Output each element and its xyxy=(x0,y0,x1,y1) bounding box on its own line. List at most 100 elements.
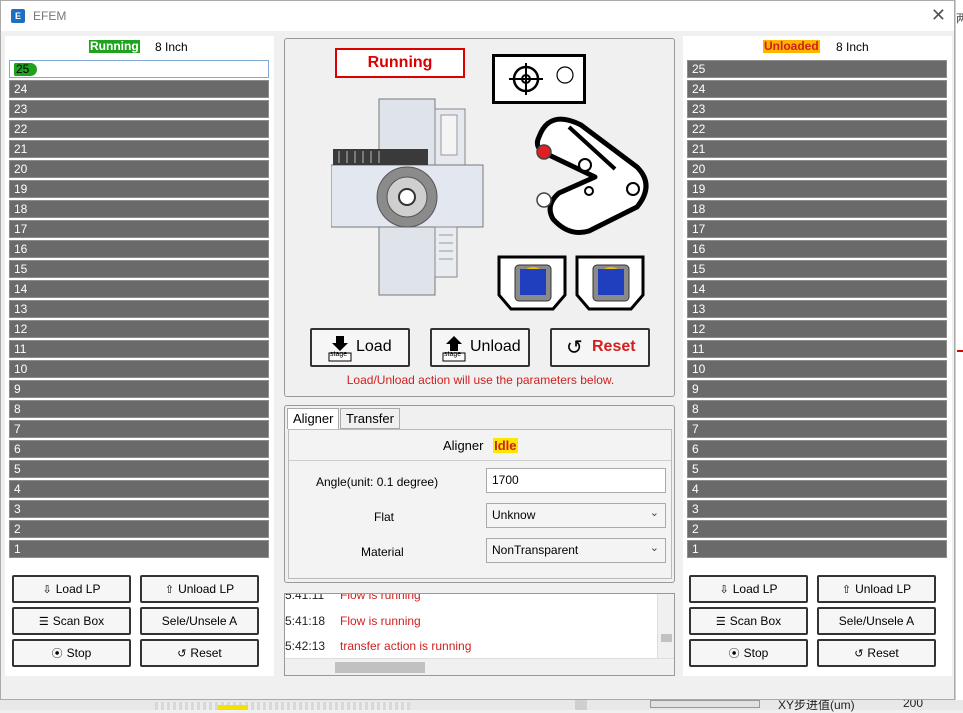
scan-box-icon: ☰ xyxy=(715,616,726,628)
left-slot-5[interactable]: 5 xyxy=(9,460,269,478)
log-horizontal-scrollbar[interactable] xyxy=(285,658,674,675)
right-slot-9[interactable]: 9 xyxy=(687,380,947,398)
tab-transfer[interactable]: Transfer xyxy=(340,408,400,429)
right-load-lp-button[interactable]: ⇩ Load LP xyxy=(689,575,808,603)
right-stop-button[interactable]: ⦿ Stop xyxy=(689,639,808,667)
left-load-port-panel: Running 8 Inch 25 24 23 22 21 20 19 18 17 16 15 14 1… xyxy=(5,36,274,676)
flat-select[interactable]: Unknow ⌄ xyxy=(486,503,666,528)
left-reset-button[interactable]: ↺ Reset xyxy=(140,639,259,667)
background-yellow-mark xyxy=(218,705,248,710)
right-slot-number: 5 xyxy=(692,462,699,476)
left-select-all-button[interactable]: Sele/Unsele A xyxy=(140,607,259,635)
left-slot-number: 1 xyxy=(14,542,21,556)
right-slot-14[interactable]: 14 xyxy=(687,280,947,298)
left-slot-21[interactable]: 21 xyxy=(9,140,269,158)
left-slot-24[interactable]: 24 xyxy=(9,80,269,98)
left-slot-13[interactable]: 13 xyxy=(9,300,269,318)
left-slot-1[interactable]: 1 xyxy=(9,540,269,558)
right-slot-21[interactable]: 21 xyxy=(687,140,947,158)
left-scan-box-button[interactable]: ☰ Scan Box xyxy=(12,607,131,635)
left-slot-9[interactable]: 9 xyxy=(9,380,269,398)
left-stop-button[interactable]: ⦿ Stop xyxy=(12,639,131,667)
right-slot-8[interactable]: 8 xyxy=(687,400,947,418)
left-slot-12[interactable]: 12 xyxy=(9,320,269,338)
right-slot-16[interactable]: 16 xyxy=(687,240,947,258)
right-slot-20[interactable]: 20 xyxy=(687,160,947,178)
left-slot-8[interactable]: 8 xyxy=(9,400,269,418)
right-slot-number: 4 xyxy=(692,482,699,496)
left-slot-6[interactable]: 6 xyxy=(9,440,269,458)
background-app-bottom: XY步进值(um) 200 xyxy=(0,696,963,712)
action-parameter-note: Load/Unload action will use the paramete… xyxy=(346,373,615,387)
stage-unload-button[interactable]: stage Unload xyxy=(430,328,530,367)
close-button[interactable]: ✕ xyxy=(931,5,946,26)
log-vertical-scrollbar[interactable] xyxy=(657,594,674,660)
left-slot-22[interactable]: 22 xyxy=(9,120,269,138)
right-slot-2[interactable]: 2 xyxy=(687,520,947,538)
horizontal-scroll-thumb[interactable] xyxy=(335,662,425,673)
right-slot-17[interactable]: 17 xyxy=(687,220,947,238)
left-slot-14[interactable]: 14 xyxy=(9,280,269,298)
left-load-lp-label: Load LP xyxy=(55,582,101,596)
left-load-lp-button[interactable]: ⇩ Load LP xyxy=(12,575,131,603)
vertical-scroll-thumb[interactable] xyxy=(661,634,672,642)
left-slot-16[interactable]: 16 xyxy=(9,240,269,258)
event-log[interactable]: 5:41:11 Flow is running 5:41:18 Flow is ru… xyxy=(284,593,675,676)
right-unload-lp-label: Unload LP xyxy=(855,582,912,596)
left-slot-18[interactable]: 18 xyxy=(9,200,269,218)
right-slot-23[interactable]: 23 xyxy=(687,100,947,118)
stage-reset-button[interactable]: ↺ Reset xyxy=(550,328,650,367)
right-slot-3[interactable]: 3 xyxy=(687,500,947,518)
right-slot-10[interactable]: 10 xyxy=(687,360,947,378)
right-slot-4[interactable]: 4 xyxy=(687,480,947,498)
stage-unload-label: Unload xyxy=(470,338,521,355)
right-slot-11[interactable]: 11 xyxy=(687,340,947,358)
right-slot-number: 22 xyxy=(692,122,706,136)
unload-lp-icon: ⇧ xyxy=(841,584,852,596)
left-slot-11[interactable]: 11 xyxy=(9,340,269,358)
right-port-size: 8 Inch xyxy=(836,40,869,54)
left-slot-19[interactable]: 19 xyxy=(9,180,269,198)
left-slot-17[interactable]: 17 xyxy=(9,220,269,238)
right-slot-15[interactable]: 15 xyxy=(687,260,947,278)
left-slot-23[interactable]: 23 xyxy=(9,100,269,118)
right-slot-number: 24 xyxy=(692,82,706,96)
right-slot-6[interactable]: 6 xyxy=(687,440,947,458)
wafer-card-icon xyxy=(575,255,645,311)
right-slot-18[interactable]: 18 xyxy=(687,200,947,218)
right-slot-5[interactable]: 5 xyxy=(687,460,947,478)
log-entry: 5:41:11 Flow is running xyxy=(285,594,421,602)
right-slot-number: 20 xyxy=(692,162,706,176)
left-slot-3[interactable]: 3 xyxy=(9,500,269,518)
left-slot-25[interactable]: 25 xyxy=(9,60,269,78)
right-scan-box-button[interactable]: ☰ Scan Box xyxy=(689,607,808,635)
left-slot-2[interactable]: 2 xyxy=(9,520,269,538)
right-select-all-button[interactable]: Sele/Unsele A xyxy=(817,607,936,635)
stage-load-button[interactable]: stage Load xyxy=(310,328,410,367)
right-unload-lp-button[interactable]: ⇧ Unload LP xyxy=(817,575,936,603)
left-unload-lp-button[interactable]: ⇧ Unload LP xyxy=(140,575,259,603)
reset-icon: ↺ xyxy=(177,648,187,660)
left-slot-10[interactable]: 10 xyxy=(9,360,269,378)
right-slot-number: 2 xyxy=(692,522,699,536)
aligner-tab-panel: Aligner Idle Angle(unit: 0.1 degree) 170… xyxy=(288,429,672,579)
angle-input[interactable]: 1700 xyxy=(486,468,666,493)
left-slot-7[interactable]: 7 xyxy=(9,420,269,438)
left-slot-15[interactable]: 15 xyxy=(9,260,269,278)
right-slot-7[interactable]: 7 xyxy=(687,420,947,438)
right-slot-13[interactable]: 13 xyxy=(687,300,947,318)
tab-aligner[interactable]: Aligner xyxy=(287,408,340,429)
wafer-card-icon xyxy=(497,255,567,311)
right-slot-19[interactable]: 19 xyxy=(687,180,947,198)
right-slot-22[interactable]: 22 xyxy=(687,120,947,138)
right-slot-number: 14 xyxy=(692,282,706,296)
material-select[interactable]: NonTransparent ⌄ xyxy=(486,538,666,563)
right-slot-number: 8 xyxy=(692,402,699,416)
right-reset-button[interactable]: ↺ Reset xyxy=(817,639,936,667)
left-slot-4[interactable]: 4 xyxy=(9,480,269,498)
right-slot-1[interactable]: 1 xyxy=(687,540,947,558)
right-slot-12[interactable]: 12 xyxy=(687,320,947,338)
right-slot-25[interactable]: 25 xyxy=(687,60,947,78)
left-slot-20[interactable]: 20 xyxy=(9,160,269,178)
right-slot-24[interactable]: 24 xyxy=(687,80,947,98)
